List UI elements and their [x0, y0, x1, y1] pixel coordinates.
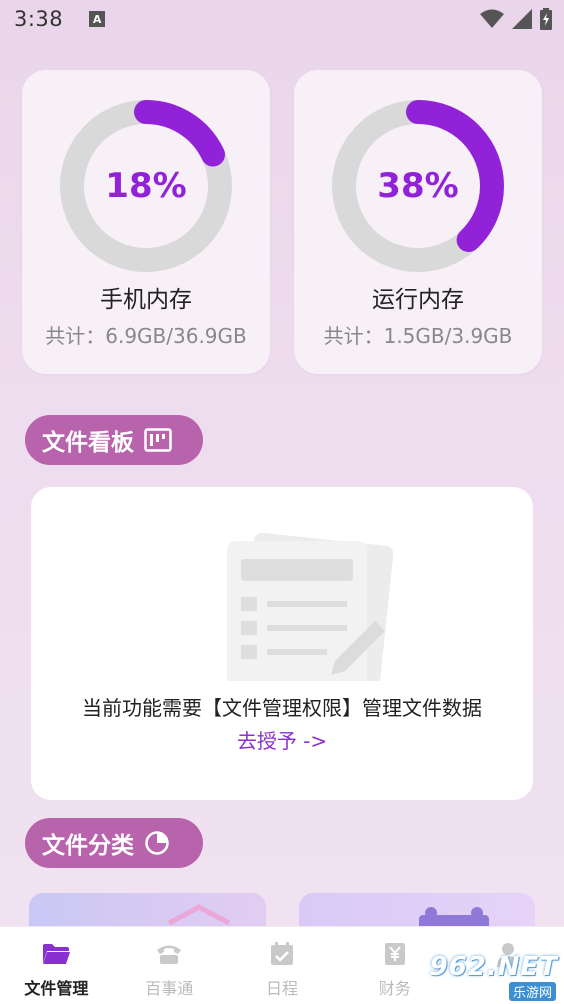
phone-memory-title: 手机内存 [100, 287, 192, 313]
nav-label: 百事通 [145, 979, 194, 998]
phone-memory-total: 共计：6.9GB/36.9GB [45, 324, 247, 348]
nav-label: 日程 [265, 979, 298, 998]
file-category-title: 文件分类 [42, 833, 134, 859]
pie-chart-icon [144, 830, 170, 856]
signal-icon [512, 9, 532, 29]
folder-icon [42, 941, 71, 967]
watermark-sub: 乐游网 [508, 982, 556, 1001]
nav-baishitong[interactable]: 百事通 [113, 927, 226, 1004]
status-icons [480, 8, 552, 30]
phone-memory-percent: 18% [105, 166, 187, 206]
file-board-card: 当前功能需要【文件管理权限】管理文件数据 去授予 -> [31, 487, 533, 800]
calendar-check-icon [270, 941, 294, 967]
nav-file-manager[interactable]: 文件管理 [0, 927, 113, 1004]
kanban-icon [144, 428, 172, 452]
status-bar: 3:38 A [0, 0, 564, 38]
file-category-header: 文件分类 [25, 818, 203, 868]
permission-message: 当前功能需要【文件管理权限】管理文件数据 [82, 696, 482, 720]
wifi-icon [480, 9, 504, 28]
phone-icon [156, 941, 182, 967]
status-time: 3:38 [14, 7, 64, 31]
file-board-header: 文件看板 [25, 415, 203, 465]
nav-label: 文件管理 [24, 979, 89, 998]
yuan-icon [383, 941, 407, 967]
grant-permission-link[interactable]: 去授予 -> [31, 725, 533, 754]
ram-memory-title: 运行内存 [372, 287, 464, 313]
battery-icon [540, 8, 552, 30]
file-board-title: 文件看板 [42, 430, 134, 456]
ram-memory-percent: 38% [377, 166, 459, 206]
nav-label: 财务 [378, 979, 411, 998]
notification-a-icon: A [89, 11, 106, 27]
document-illustration-icon [227, 532, 394, 681]
ram-memory-total: 共计：1.5GB/3.9GB [323, 324, 513, 348]
watermark-logo: 962.NET [429, 952, 558, 982]
phone-memory-card[interactable]: 18% 手机内存 共计：6.9GB/36.9GB [22, 70, 270, 374]
ram-memory-card[interactable]: 38% 运行内存 共计：1.5GB/3.9GB [294, 70, 542, 374]
nav-schedule[interactable]: 日程 [226, 927, 339, 1004]
